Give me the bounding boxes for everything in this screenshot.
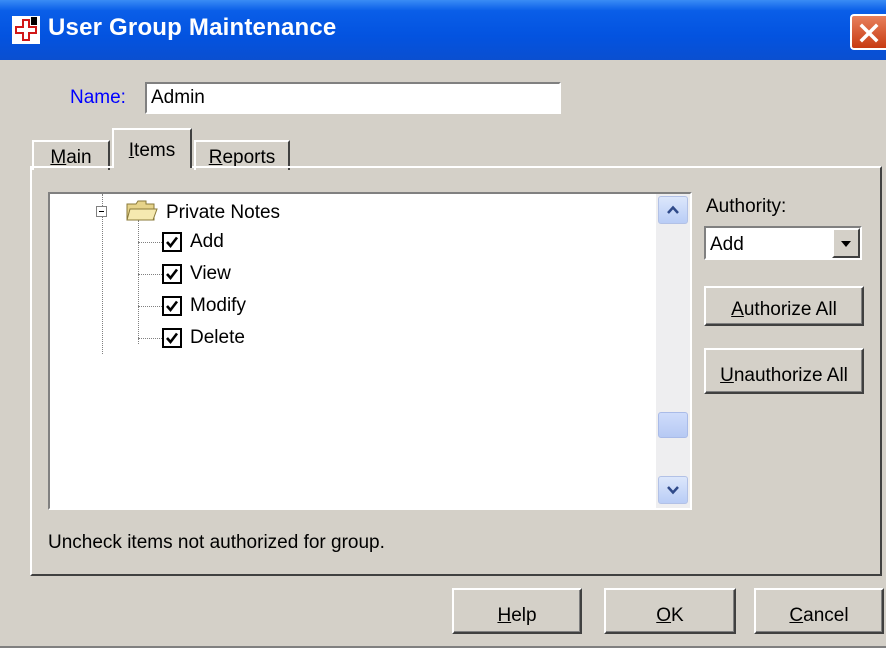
scroll-down-button[interactable] <box>658 476 688 504</box>
collapse-icon[interactable] <box>96 206 108 218</box>
tree-guide-line <box>138 242 162 243</box>
tree-node-label: Private Notes <box>166 202 281 223</box>
cancel-label: ancel <box>803 604 849 626</box>
dialog-window: User Group Maintenance Name: Main Items … <box>0 0 886 648</box>
dropdown-arrow-icon <box>841 241 851 247</box>
tree-guide-line <box>138 306 162 307</box>
tab-reports-mnemonic: R <box>208 147 223 168</box>
tab-reports-label: eports <box>222 147 276 168</box>
checkbox-modify[interactable] <box>162 296 182 316</box>
hint-text: Uncheck items not authorized for group. <box>48 532 385 553</box>
authorize-all-label: uthorize All <box>743 298 837 320</box>
cancel-mnemonic: C <box>789 604 804 626</box>
title-bar[interactable]: User Group Maintenance <box>0 0 886 60</box>
folder-open-icon <box>126 200 158 221</box>
tree-item-label: Delete <box>190 327 245 348</box>
vertical-scrollbar[interactable] <box>656 194 690 508</box>
help-label: elp <box>511 604 537 626</box>
tree-guide-line <box>138 220 139 344</box>
tree-item-label: View <box>190 263 231 284</box>
tree-guide-line <box>138 338 162 339</box>
close-button[interactable] <box>850 14 886 50</box>
checkmark-icon <box>166 236 179 249</box>
unauthorize-all-button[interactable]: Unauthorize All <box>704 348 864 394</box>
authority-selected-value: Add <box>710 234 744 255</box>
ok-label: K <box>671 604 684 626</box>
authority-dropdown-button[interactable] <box>832 228 860 258</box>
unauthorize-all-mnemonic: U <box>720 364 734 386</box>
tree-item-label: Add <box>190 231 224 252</box>
scroll-up-button[interactable] <box>658 196 688 224</box>
cancel-button[interactable]: Cancel <box>754 588 884 634</box>
ok-mnemonic: O <box>656 604 672 626</box>
app-icon <box>12 16 40 44</box>
authorize-all-button[interactable]: Authorize All <box>704 286 864 326</box>
tree-guide-line <box>102 194 103 354</box>
tree-guide-line <box>138 274 162 275</box>
close-icon <box>859 23 879 43</box>
authority-select[interactable]: Add <box>704 226 862 260</box>
tab-items[interactable]: Items <box>112 128 192 168</box>
ok-button[interactable]: OK <box>604 588 736 634</box>
checkmark-icon <box>166 300 179 313</box>
tab-main-mnemonic: M <box>50 147 67 168</box>
tab-main-label: ain <box>66 147 92 168</box>
authorize-all-mnemonic: A <box>731 298 744 320</box>
chevron-down-icon <box>667 486 679 495</box>
help-mnemonic: H <box>497 604 512 626</box>
name-input[interactable] <box>145 82 561 114</box>
tree-item-label: Modify <box>190 295 246 316</box>
window-title: User Group Maintenance <box>48 14 337 41</box>
checkbox-view[interactable] <box>162 264 182 284</box>
name-label: Name: <box>70 87 126 108</box>
checkbox-delete[interactable] <box>162 328 182 348</box>
permissions-tree[interactable]: Private Notes Add View Modify Delete <box>48 192 692 510</box>
checkbox-add[interactable] <box>162 232 182 252</box>
authority-label: Authority: <box>706 196 787 217</box>
tab-items-label: tems <box>134 140 176 161</box>
chevron-up-icon <box>667 205 679 214</box>
checkmark-icon <box>166 332 179 345</box>
help-button[interactable]: Help <box>452 588 582 634</box>
checkmark-icon <box>166 268 179 281</box>
scroll-thumb[interactable] <box>658 412 688 438</box>
unauthorize-all-label: nauthorize All <box>733 364 848 386</box>
